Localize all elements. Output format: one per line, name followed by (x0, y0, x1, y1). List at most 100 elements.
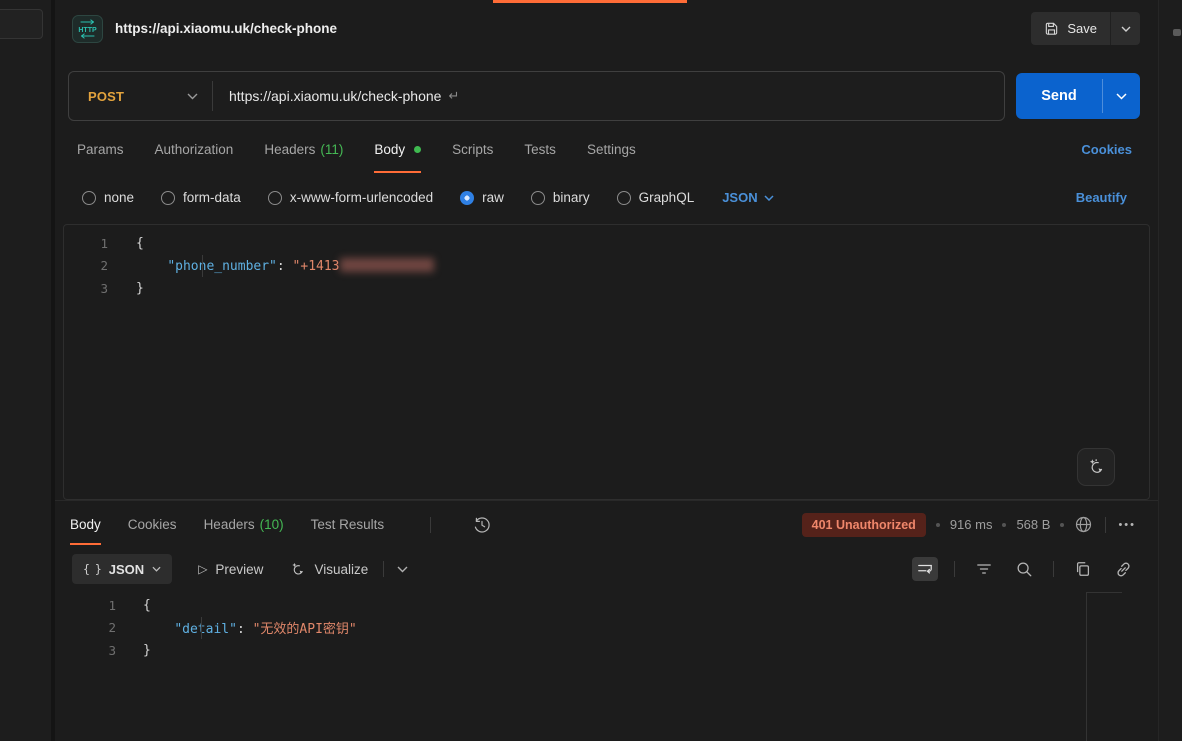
status-badge[interactable]: 401 Unauthorized (802, 513, 926, 537)
line-number: 3 (64, 281, 136, 296)
dot-separator (936, 523, 940, 527)
response-tab-headers[interactable]: Headers(10) (204, 501, 284, 548)
code-line: 3 } (55, 639, 1158, 662)
request-header-bar: HTTP https://api.xiaomu.uk/check-phone S… (55, 0, 1158, 57)
format-label: JSON (109, 562, 144, 577)
tab-headers[interactable]: Headers(11) (264, 123, 343, 176)
code-text: } (136, 281, 144, 296)
divider (1053, 561, 1054, 577)
code-text: "phone_number": "+1413 (136, 258, 434, 274)
postbot-button[interactable] (1077, 448, 1115, 486)
body-mode-bar: none form-data x-www-form-urlencoded raw… (55, 176, 1158, 219)
json-key: "detail" (174, 622, 237, 637)
response-tab-test-results[interactable]: Test Results (311, 501, 385, 548)
divider (383, 561, 384, 577)
active-tab-accent-bar (493, 0, 687, 3)
response-body-viewer[interactable]: 1 { 2 "detail": "无效的API密钥" 3 } (55, 590, 1158, 741)
line-number: 2 (64, 258, 136, 273)
radio-icon (617, 191, 631, 205)
send-button[interactable]: Send (1016, 73, 1102, 119)
visualize-button[interactable]: Visualize (289, 561, 368, 578)
response-tab-cookies[interactable]: Cookies (128, 501, 177, 548)
request-url-row: POST https://api.xiaomu.uk/check-phone ↵… (55, 57, 1158, 123)
partial-rail-icon (1173, 29, 1181, 36)
code-text: } (143, 643, 151, 658)
line-number: 2 (55, 620, 143, 635)
chevron-down-icon (1116, 93, 1127, 100)
url-input[interactable]: https://api.xiaomu.uk/check-phone (229, 88, 441, 104)
beautify-link[interactable]: Beautify (1076, 190, 1127, 205)
http-method-icon: HTTP (72, 15, 103, 43)
response-status-cluster: 401 Unauthorized 916 ms 568 B (802, 513, 1136, 537)
scrollbar-track[interactable] (1086, 592, 1122, 741)
radio-icon (268, 191, 282, 205)
request-body-editor[interactable]: 1 { 2 "phone_number": "+1413 3 } (63, 224, 1150, 500)
enter-hint: ↵ (448, 88, 459, 104)
save-button[interactable]: Save (1031, 12, 1110, 45)
mode-form-data[interactable]: form-data (161, 190, 241, 205)
code-line: 3 } (64, 277, 1149, 300)
tab-body[interactable]: Body (374, 123, 421, 176)
chevron-down-icon (152, 566, 161, 572)
raw-language-select[interactable]: JSON (722, 190, 773, 205)
dot-separator (1060, 523, 1064, 527)
radio-selected-icon (460, 191, 474, 205)
network-info-button[interactable] (1074, 515, 1093, 534)
response-history-button[interactable] (473, 516, 491, 534)
send-button-group: Send (1016, 73, 1140, 119)
globe-icon (1074, 515, 1093, 534)
response-time[interactable]: 916 ms (950, 517, 993, 532)
cookies-link[interactable]: Cookies (1081, 142, 1132, 157)
wrap-text-button[interactable] (912, 557, 938, 581)
chevron-down-icon (1121, 26, 1131, 32)
method-selector[interactable]: POST (69, 89, 212, 104)
mode-none[interactable]: none (82, 190, 134, 205)
dot-separator (1002, 523, 1006, 527)
request-title: https://api.xiaomu.uk/check-phone (115, 21, 337, 36)
response-more-button[interactable]: ••• (1118, 519, 1136, 531)
left-sidebar-strip (0, 0, 51, 741)
url-input-box: POST https://api.xiaomu.uk/check-phone ↵ (68, 71, 1005, 121)
response-size[interactable]: 568 B (1016, 517, 1050, 532)
filter-button[interactable] (971, 557, 997, 581)
redacted-phone-blur (340, 258, 434, 272)
visualize-options-chevron[interactable] (397, 566, 408, 573)
preview-icon: ▷ (198, 562, 207, 576)
tab-params[interactable]: Params (77, 123, 124, 176)
mode-raw[interactable]: raw (460, 190, 504, 205)
tab-settings[interactable]: Settings (587, 123, 636, 176)
code-line: 2 "detail": "无效的API密钥" (55, 617, 1158, 640)
divider (1105, 517, 1106, 533)
search-icon[interactable] (1011, 556, 1037, 582)
response-format-select[interactable]: { } JSON (72, 554, 172, 584)
tab-scripts[interactable]: Scripts (452, 123, 493, 176)
mode-binary[interactable]: binary (531, 190, 590, 205)
mode-x-www-form-urlencoded[interactable]: x-www-form-urlencoded (268, 190, 433, 205)
divider (430, 517, 431, 533)
braces-icon: { } (83, 562, 101, 576)
tab-tests[interactable]: Tests (524, 123, 556, 176)
response-tab-body[interactable]: Body (70, 501, 101, 548)
code-line: 1 { (64, 232, 1149, 255)
code-text: { (136, 236, 144, 251)
save-icon (1044, 21, 1059, 36)
language-label: JSON (722, 190, 757, 205)
send-options-button[interactable] (1103, 73, 1140, 119)
preview-button[interactable]: ▷ Preview (198, 562, 263, 577)
mode-graphql[interactable]: GraphQL (617, 190, 695, 205)
json-value: "+1413 (293, 259, 340, 274)
history-clock-icon (473, 516, 491, 534)
divider (954, 561, 955, 577)
save-options-button[interactable] (1111, 12, 1140, 45)
radio-icon (161, 191, 175, 205)
partial-sidebar-tab[interactable] (0, 9, 43, 39)
request-panel: HTTP https://api.xiaomu.uk/check-phone S… (55, 0, 1158, 741)
url-box-divider (212, 81, 213, 111)
tab-authorization[interactable]: Authorization (155, 123, 234, 176)
link-button[interactable] (1110, 556, 1137, 583)
copy-button[interactable] (1070, 556, 1096, 582)
right-rail (1158, 0, 1182, 741)
radio-icon (82, 191, 96, 205)
response-header-bar: Body Cookies Headers(10) Test Results (55, 501, 1158, 548)
postbot-icon (1086, 457, 1106, 477)
